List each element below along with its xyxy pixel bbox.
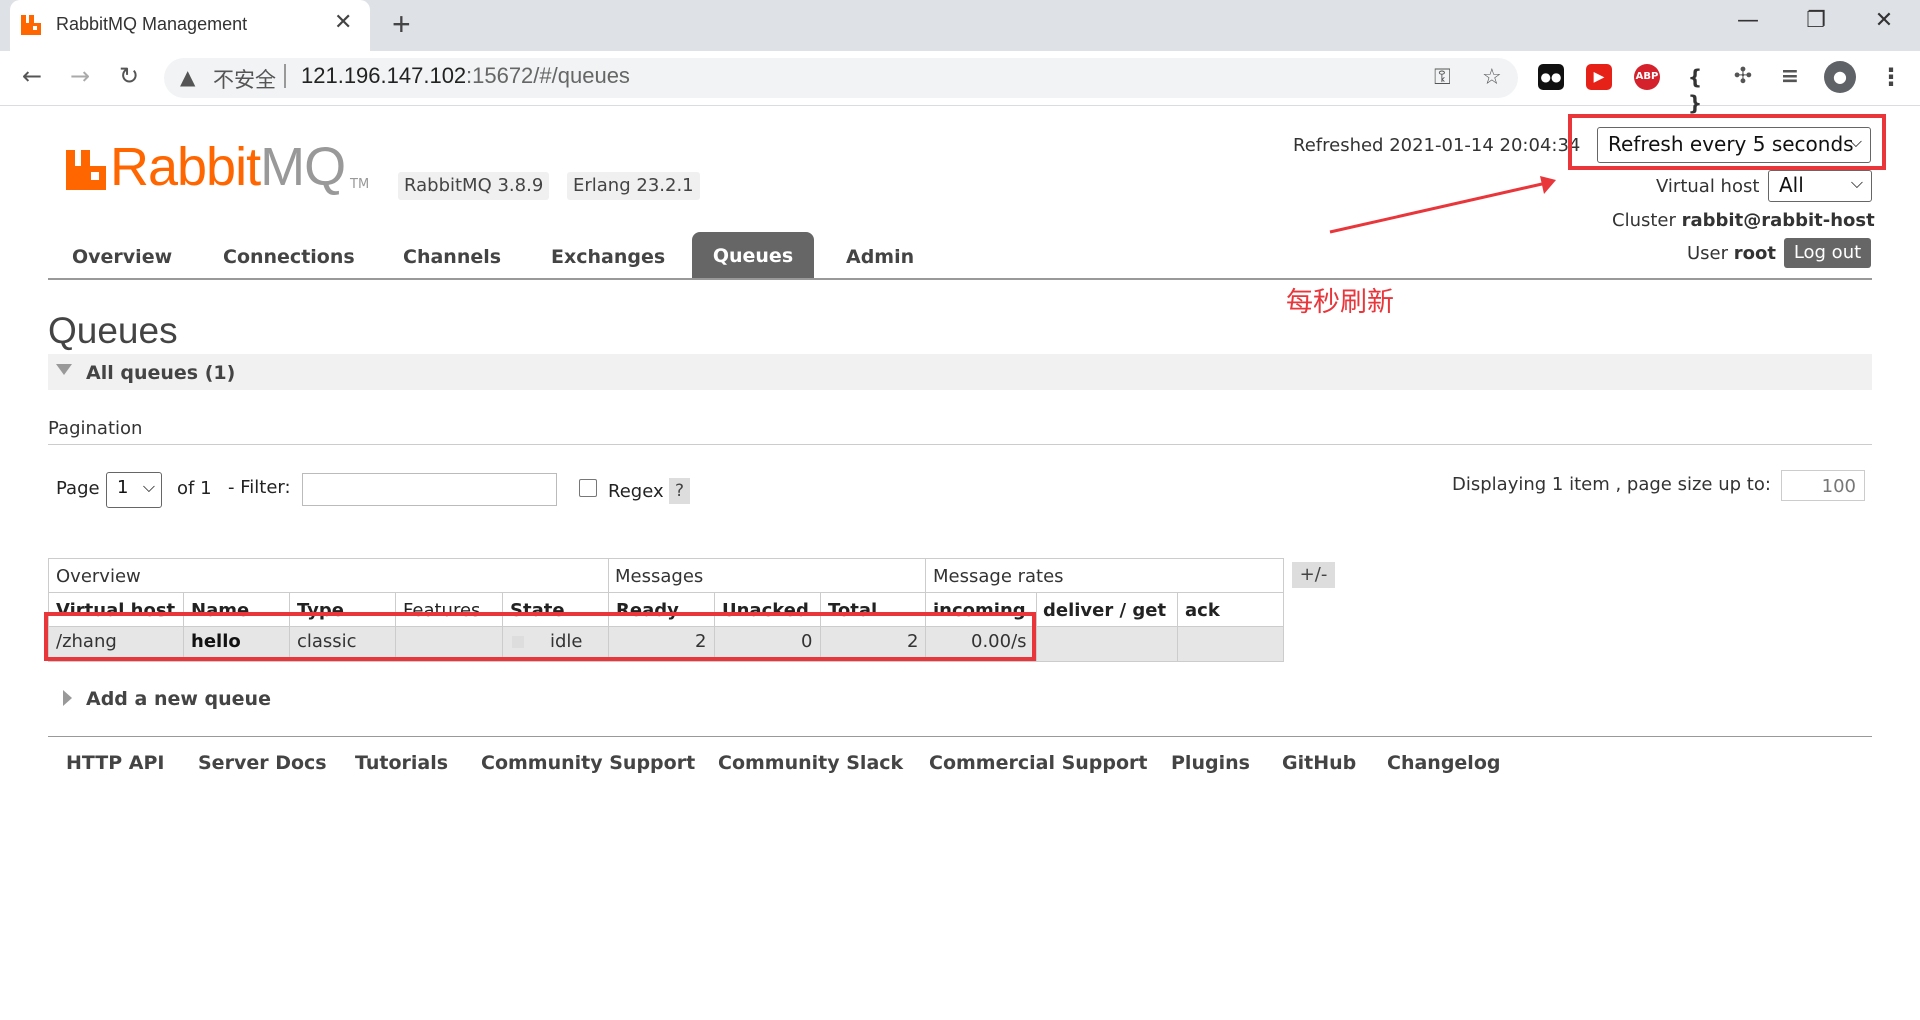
add-queue-toggle[interactable]: Add a new queue: [86, 688, 271, 710]
rabbitmq-logo-text[interactable]: RabbitMQ: [110, 136, 346, 198]
youtube-extension-icon[interactable]: ▶: [1586, 64, 1612, 90]
key-icon[interactable]: ⚿: [1434, 65, 1451, 90]
pagination-title: Pagination: [48, 418, 143, 439]
new-tab-button[interactable]: +: [392, 6, 411, 43]
col-ack[interactable]: ack: [1185, 600, 1220, 621]
tab-exchanges[interactable]: Exchanges: [551, 246, 665, 268]
expand-triangle-icon[interactable]: [63, 690, 72, 706]
table-divider: [48, 592, 1284, 593]
tab-close-icon[interactable]: ✕: [334, 10, 352, 35]
erlang-version-badge: Erlang 23.2.1: [567, 172, 700, 200]
rabbitmq-favicon-icon: [21, 15, 41, 35]
tampermonkey-extension-icon[interactable]: ●●: [1538, 64, 1564, 90]
displaying-info: Displaying 1 item , page size up to:: [1452, 474, 1771, 495]
json-extension-icon[interactable]: { }: [1682, 64, 1708, 115]
media-queue-icon[interactable]: ≡: [1777, 64, 1803, 90]
regex-checkbox[interactable]: [579, 479, 597, 497]
address-separator: [284, 64, 286, 88]
window-close-button[interactable]: ✕: [1864, 8, 1904, 33]
footer-link-community-support[interactable]: Community Support: [481, 752, 695, 774]
virtual-host-value: All: [1779, 173, 1804, 197]
page-count-label: of 1: [177, 478, 212, 499]
reload-button[interactable]: ↻: [113, 62, 145, 90]
tab-title: RabbitMQ Management: [56, 14, 248, 34]
annotation-highlight-box: [44, 612, 1036, 661]
filter-label: - Filter:: [228, 477, 291, 498]
filter-input[interactable]: [302, 473, 557, 506]
annotation-arrow: [1329, 176, 1556, 234]
column-toggle-button[interactable]: +/-: [1292, 562, 1335, 588]
footer-link-changelog[interactable]: Changelog: [1387, 752, 1500, 774]
all-queues-label[interactable]: All queues (1): [86, 362, 235, 384]
chevron-down-icon: ⌵: [1850, 173, 1863, 192]
tab-connections[interactable]: Connections: [223, 246, 355, 268]
star-icon[interactable]: ☆: [1482, 65, 1502, 90]
group-messages: Messages: [615, 566, 704, 587]
virtual-host-label: Virtual host: [1656, 176, 1760, 197]
footer-link-http-api[interactable]: HTTP API: [66, 752, 165, 774]
logout-button[interactable]: Log out: [1784, 238, 1871, 268]
footer-link-github[interactable]: GitHub: [1282, 752, 1356, 774]
footer-divider: [48, 736, 1872, 737]
user-name: root: [1733, 243, 1776, 264]
window-minimize-button[interactable]: —: [1728, 8, 1768, 33]
collapse-triangle-icon[interactable]: [56, 364, 72, 375]
security-status-label[interactable]: 不安全: [213, 64, 276, 94]
page-select-value: 1: [117, 477, 129, 498]
table-divider: [1177, 592, 1178, 662]
group-overview: Overview: [56, 566, 141, 587]
footer-link-server-docs[interactable]: Server Docs: [198, 752, 327, 774]
rabbitmq-version-badge: RabbitMQ 3.8.9: [398, 172, 550, 200]
footer-link-commercial-support[interactable]: Commercial Support: [929, 752, 1148, 774]
tab-overview[interactable]: Overview: [72, 246, 172, 268]
url-host-text[interactable]: 121.196.147.102: [301, 63, 466, 89]
menu-kebab-icon[interactable]: ⋮: [1878, 64, 1904, 90]
footer-link-tutorials[interactable]: Tutorials: [355, 752, 448, 774]
footer-link-plugins[interactable]: Plugins: [1171, 752, 1250, 774]
logo-trademark: TM: [350, 177, 370, 192]
pagination-divider: [48, 444, 1872, 445]
window-restore-button[interactable]: ❐: [1796, 8, 1836, 33]
all-queues-section-header[interactable]: [48, 354, 1872, 390]
tab-queues[interactable]: Queues: [692, 232, 814, 278]
virtual-host-select[interactable]: All ⌵: [1768, 170, 1872, 202]
annotation-highlight-box: [1568, 114, 1886, 170]
forward-button[interactable]: →: [64, 62, 96, 90]
group-message-rates: Message rates: [933, 566, 1064, 587]
chevron-down-icon: ⌵: [142, 477, 155, 496]
cluster-name: rabbit@rabbit-host: [1681, 210, 1875, 231]
page-select[interactable]: 1 ⌵: [106, 472, 162, 508]
page-label: Page: [56, 478, 100, 499]
regex-help-button[interactable]: ?: [669, 478, 690, 504]
back-button[interactable]: ←: [16, 62, 48, 90]
adblock-plus-extension-icon[interactable]: ABP: [1634, 64, 1660, 90]
url-path-text[interactable]: :15672/#/queues: [466, 63, 630, 89]
rabbitmq-logo-icon[interactable]: [66, 150, 106, 190]
page-title: Queues: [48, 310, 178, 351]
page-size-input[interactable]: 100: [1781, 470, 1865, 501]
regex-label[interactable]: Regex: [608, 481, 664, 502]
profile-avatar-icon[interactable]: ●: [1824, 61, 1856, 93]
warning-triangle-icon[interactable]: ▲: [180, 65, 195, 89]
tab-admin[interactable]: Admin: [846, 246, 914, 268]
tab-channels[interactable]: Channels: [403, 246, 501, 268]
puzzle-extensions-icon[interactable]: ✣: [1730, 64, 1756, 90]
col-deliver-get[interactable]: deliver / get: [1043, 600, 1166, 621]
refreshed-timestamp: Refreshed 2021-01-14 20:04:34: [1293, 135, 1581, 156]
user-info: User root: [1687, 243, 1776, 264]
nav-divider: [48, 278, 1872, 280]
cluster-info: Cluster rabbit@rabbit-host: [1612, 210, 1875, 231]
table-divider: [1036, 592, 1037, 662]
annotation-label: 每秒刷新: [1286, 287, 1394, 318]
footer-link-community-slack[interactable]: Community Slack: [718, 752, 903, 774]
